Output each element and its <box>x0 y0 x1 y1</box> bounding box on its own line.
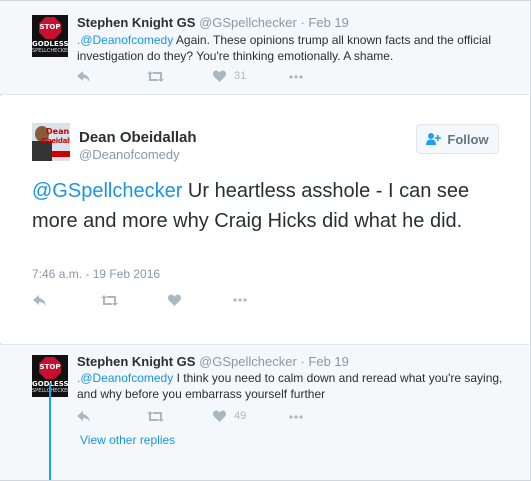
tweet-text: .@Deanofcomedy Again. These opinions tru… <box>77 33 491 63</box>
like-button[interactable]: 31 <box>213 70 246 82</box>
avatar[interactable]: STOP GODLESS SPELLCHECKER <box>32 15 68 57</box>
more-button[interactable] <box>233 298 247 302</box>
tweet-header: Stephen Knight GS @GSpellchecker · Feb 1… <box>77 354 349 369</box>
tweet-text: @GSpellchecker Ur heartless asshole - I … <box>32 180 470 232</box>
reply-button[interactable] <box>77 71 91 82</box>
more-button[interactable] <box>289 75 303 79</box>
retweet-icon <box>101 295 118 306</box>
mention-link[interactable]: @GSpellchecker <box>32 180 182 202</box>
user-name[interactable]: Dean Obeidallah <box>79 129 197 146</box>
follow-user-icon <box>426 133 442 145</box>
user-name[interactable]: Stephen Knight GS <box>77 354 195 369</box>
follow-button[interactable]: Follow <box>416 124 499 154</box>
retweet-icon <box>147 71 164 82</box>
follow-label: Follow <box>447 131 489 147</box>
tweet-date[interactable]: Feb 19 <box>308 354 348 369</box>
like-count: 49 <box>234 410 247 422</box>
more-icon <box>289 75 303 79</box>
main-tweet: Dean Obeidallah Dean Obeidallah @Deanofc… <box>0 96 529 343</box>
like-icon <box>213 70 226 82</box>
separator: · <box>300 15 305 30</box>
like-icon <box>213 410 226 422</box>
more-icon <box>233 298 247 302</box>
stop-sign-icon: STOP <box>39 357 61 379</box>
tweet-item[interactable]: STOP GODLESS SPELLCHECKER Stephen Knight… <box>0 344 529 480</box>
user-handle[interactable]: @Deanofcomedy <box>79 147 180 162</box>
reply-icon <box>33 295 46 306</box>
stop-sign-icon: STOP <box>39 17 61 39</box>
mention-link[interactable]: .@Deanofcomedy <box>77 33 173 47</box>
tweet-timestamp[interactable]: 7:46 a.m. - 19 Feb 2016 <box>32 267 160 281</box>
reply-button[interactable] <box>33 295 47 306</box>
tweet-header: Stephen Knight GS @GSpellchecker · Feb 1… <box>77 15 349 30</box>
tweet-text: .@Deanofcomedy I think you need to calm … <box>77 371 503 401</box>
tweet-date[interactable]: Feb 19 <box>308 15 348 30</box>
user-handle[interactable]: @GSpellchecker <box>199 15 297 30</box>
reply-button[interactable] <box>77 411 91 422</box>
separator: · <box>300 354 305 369</box>
view-other-replies-link[interactable]: View other replies <box>80 433 175 447</box>
retweet-button[interactable] <box>101 295 118 306</box>
user-handle[interactable]: @GSpellchecker <box>199 354 297 369</box>
reply-icon <box>77 71 90 82</box>
user-name[interactable]: Stephen Knight GS <box>77 15 195 30</box>
retweet-button[interactable] <box>147 71 164 82</box>
reply-icon <box>77 411 90 422</box>
avatar[interactable]: Dean Obeidallah <box>32 123 70 161</box>
more-icon <box>289 415 303 419</box>
retweet-button[interactable] <box>147 411 164 422</box>
more-button[interactable] <box>289 415 303 419</box>
like-icon <box>168 294 181 306</box>
retweet-icon <box>147 411 164 422</box>
like-button[interactable]: 49 <box>213 410 246 422</box>
thread-line <box>49 383 51 480</box>
like-count: 31 <box>234 70 247 82</box>
mention-link[interactable]: .@Deanofcomedy <box>77 371 173 385</box>
like-button[interactable] <box>168 294 181 306</box>
tweet-item[interactable]: STOP GODLESS SPELLCHECKER Stephen Knight… <box>0 1 529 95</box>
